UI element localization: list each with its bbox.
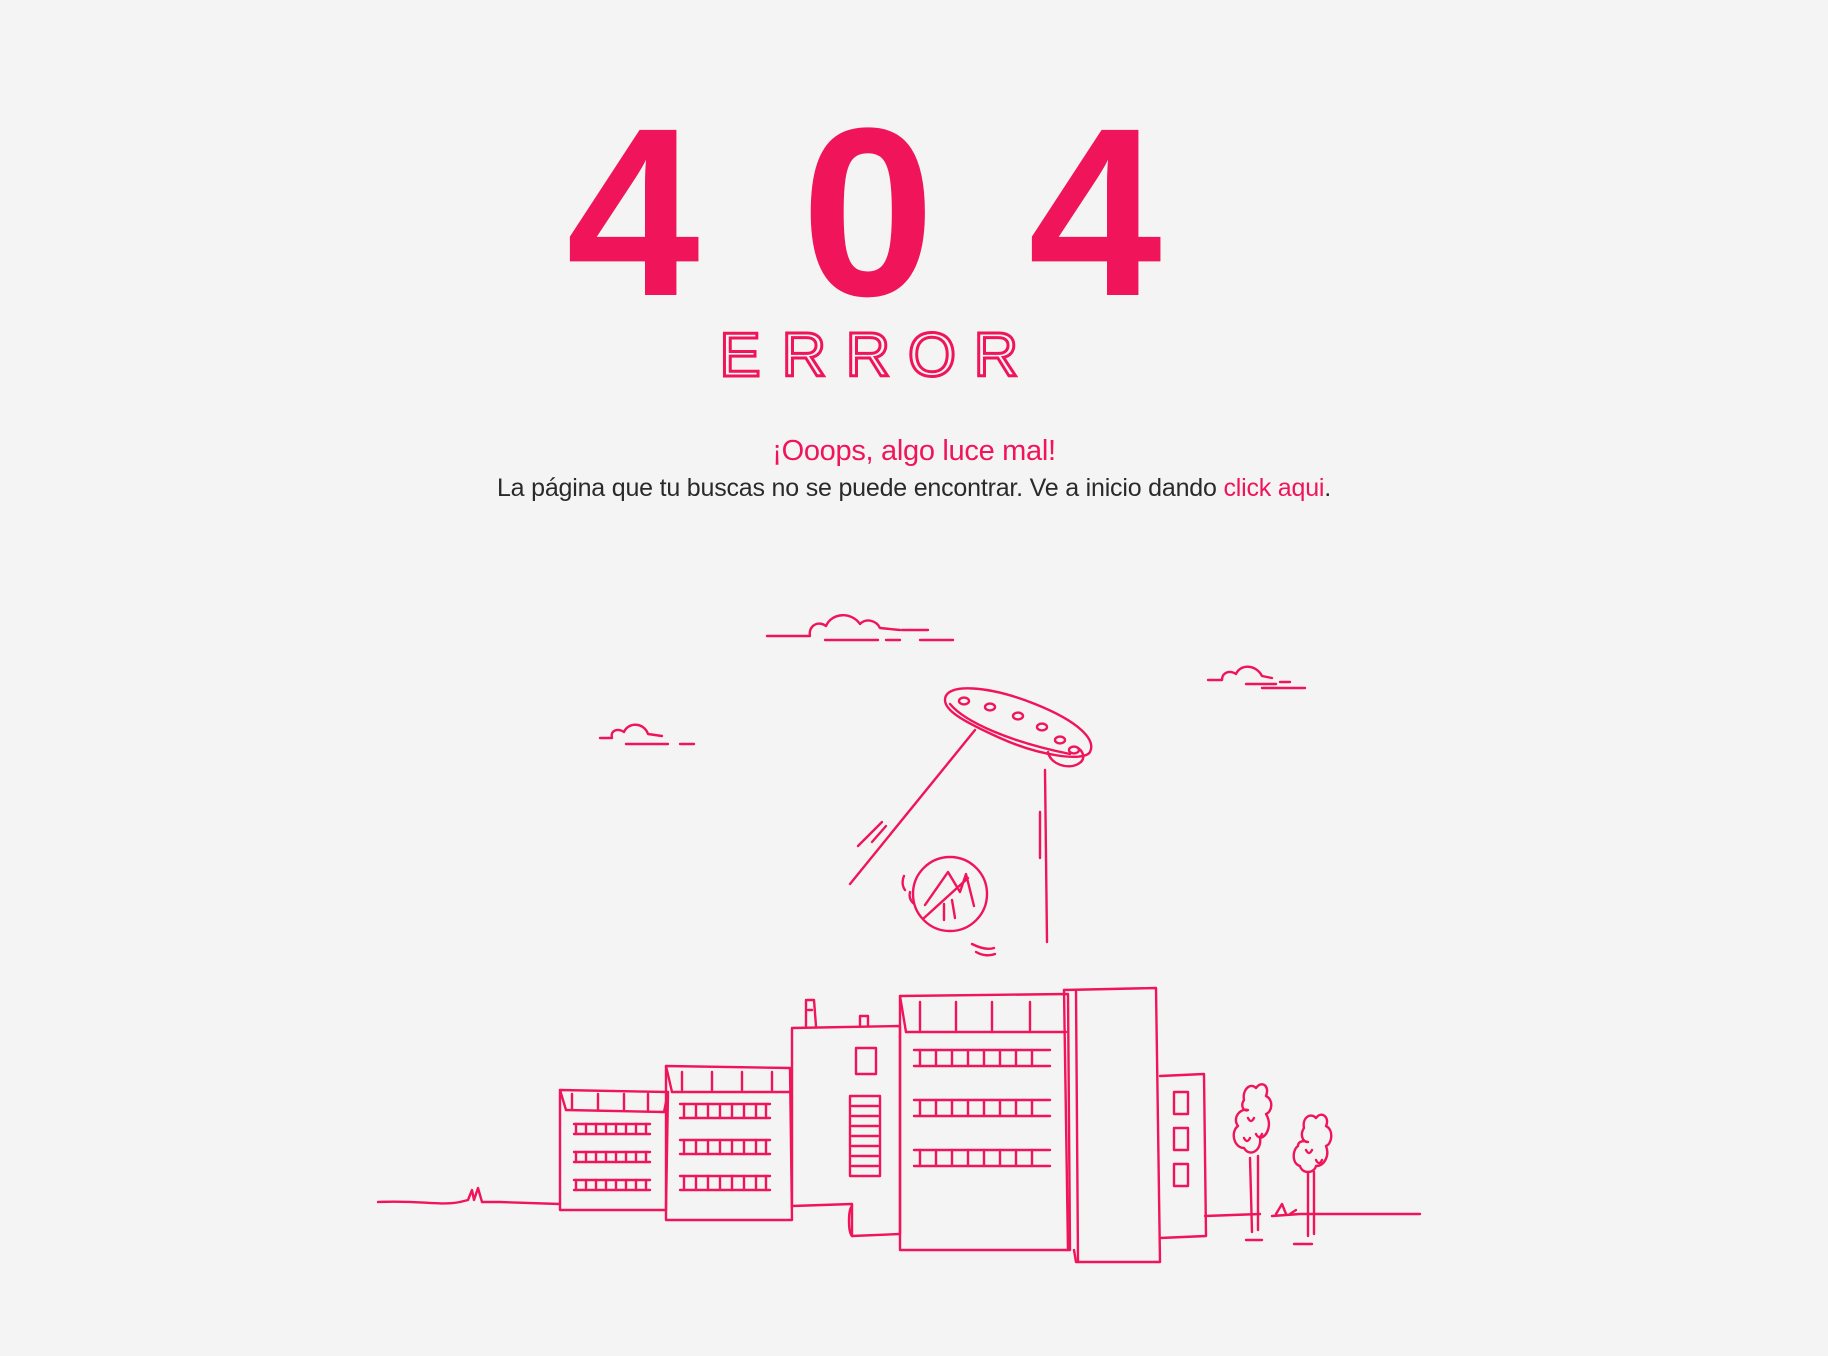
cloud-icon [765, 614, 955, 642]
error-digit-3: 4 [1028, 95, 1161, 315]
ufo-icon [848, 687, 1093, 944]
logo-badge-icon [901, 855, 997, 957]
error-message: ¡Ooops, algo luce mal! La página que tu … [0, 432, 1828, 506]
error-letter-1: E [719, 321, 760, 390]
tree-icon [1232, 1083, 1273, 1242]
cloud-icon [1206, 665, 1307, 690]
building-icon [790, 998, 902, 1238]
error-letter-3: R [846, 321, 891, 390]
error-description-text: La página que tu buscas no se puede enco… [496, 474, 1224, 502]
error-digit-2: 0 [801, 95, 934, 315]
tree-icon [1274, 1113, 1333, 1246]
error-letter-4: O [908, 321, 956, 390]
building-icon [898, 992, 1072, 1252]
error-description-end: . [1324, 474, 1332, 502]
building-icon [664, 1064, 794, 1222]
error-headline: ¡Ooops, algo luce mal! [772, 435, 1056, 467]
error-letter-5: R [974, 321, 1019, 390]
error-digit-1: 4 [566, 95, 699, 315]
error-word: E R R O R [718, 320, 1020, 391]
building-icon [558, 1088, 670, 1212]
ufo-city-illustration [376, 614, 1422, 1264]
cloud-icon [598, 723, 696, 746]
home-link[interactable]: click aqui [1223, 474, 1324, 502]
error-code: 4 0 4 [566, 95, 1161, 315]
building-icon [1062, 986, 1162, 1264]
building-icon [1158, 1072, 1208, 1240]
error-description: La página que tu buscas no se puede enco… [0, 470, 1828, 506]
error-letter-2: R [782, 321, 827, 390]
